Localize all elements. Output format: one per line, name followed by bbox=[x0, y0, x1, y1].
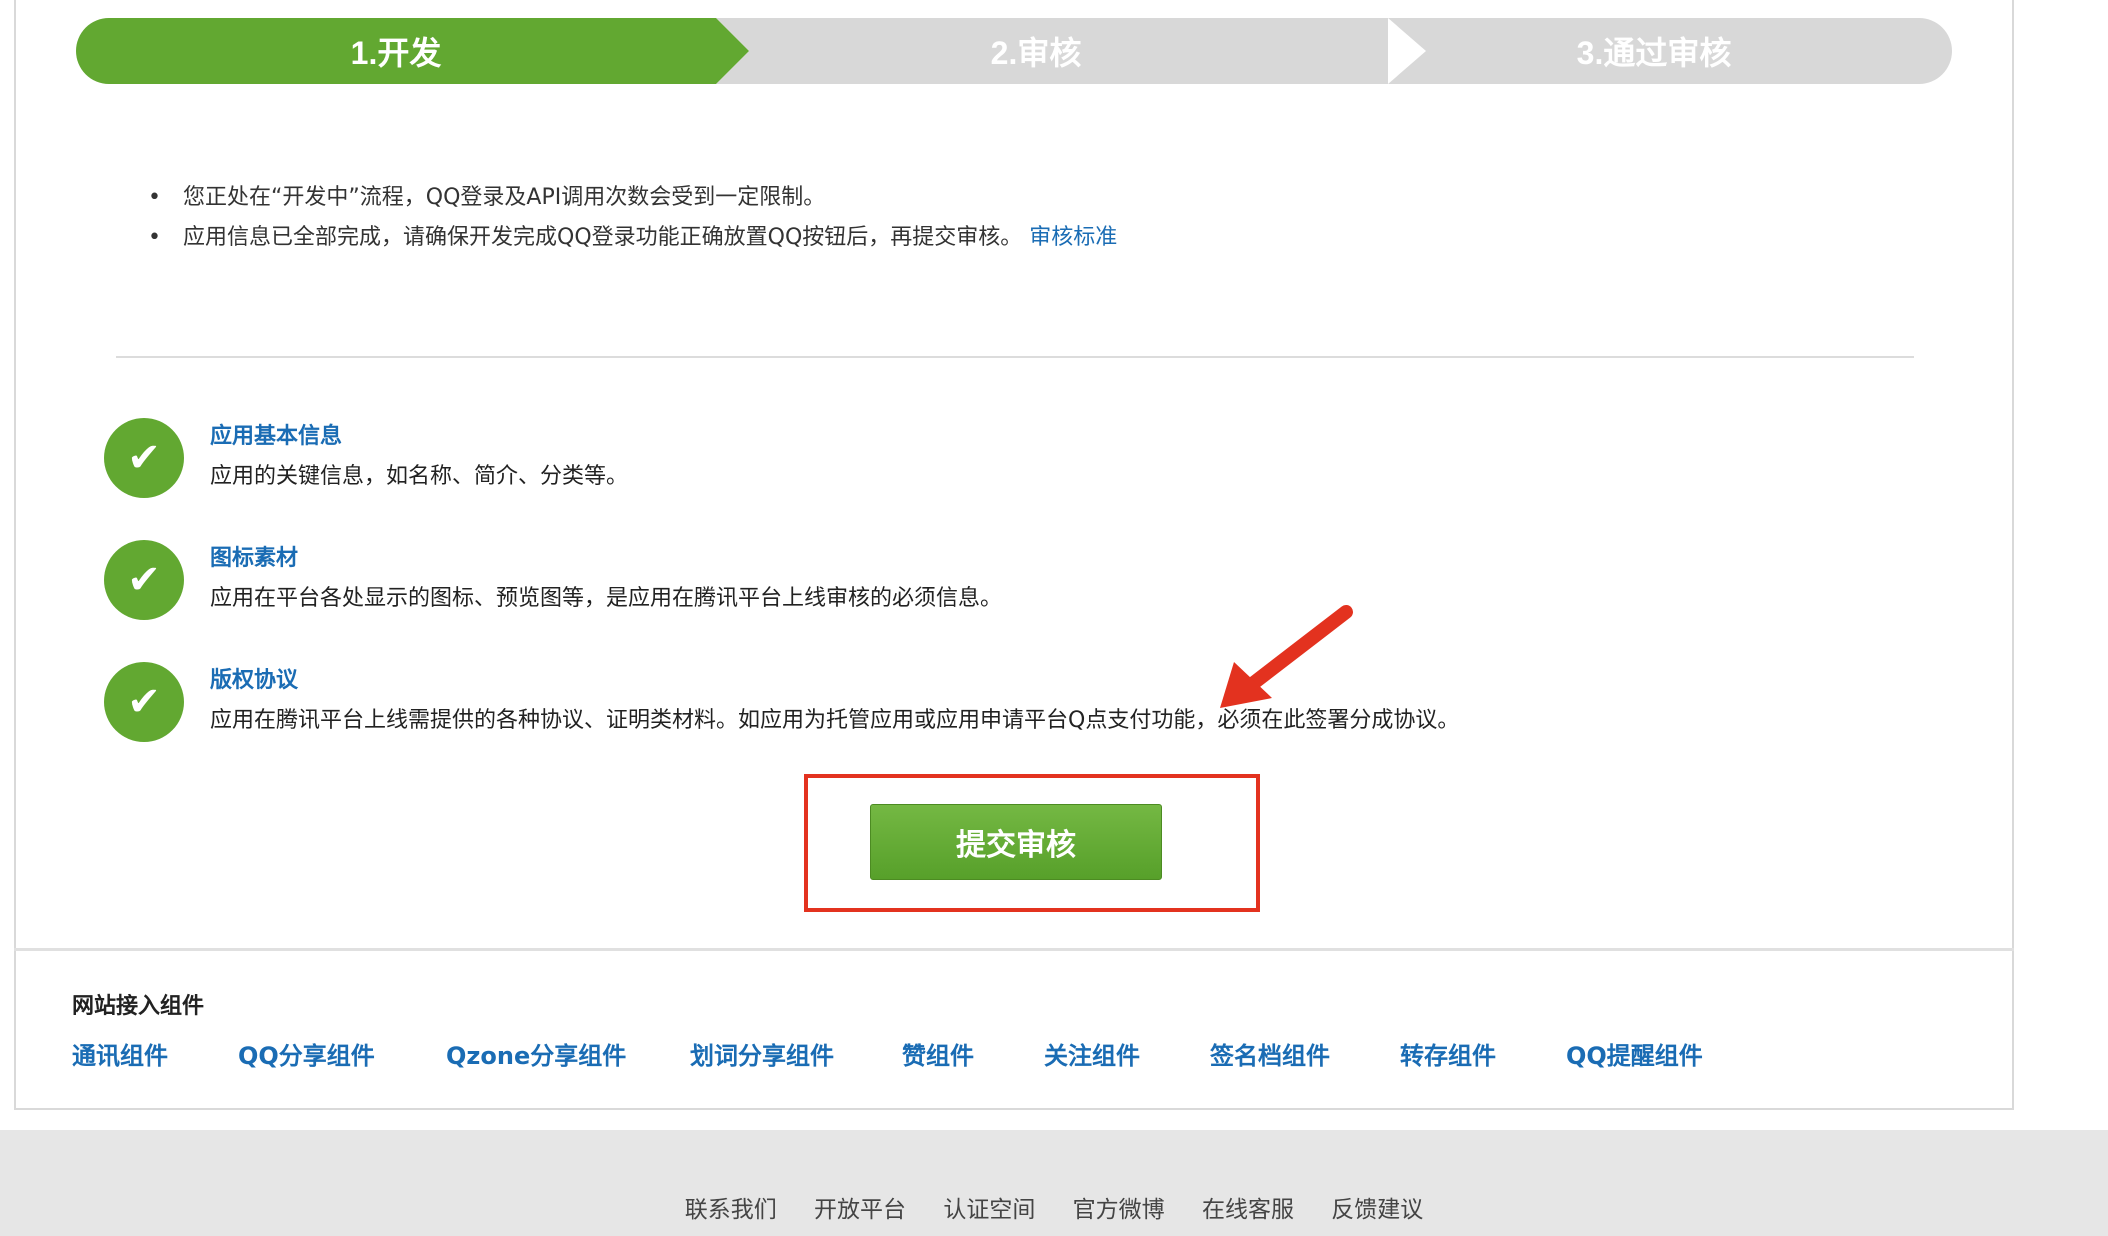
component-link[interactable]: 关注组件 bbox=[1044, 1036, 1140, 1071]
notice-text: 您正处在“开发中”流程，QQ登录及API调用次数会受到一定限制。 bbox=[183, 185, 826, 210]
footer-link[interactable]: 在线客服 bbox=[1202, 1197, 1294, 1223]
task-desc: 应用的关键信息，如名称、简介、分类等。 bbox=[210, 464, 629, 489]
notice-item: 您正处在“开发中”流程，QQ登录及API调用次数会受到一定限制。 bbox=[148, 178, 1117, 218]
step-develop-label: 1.开发 bbox=[350, 35, 442, 71]
task-title-link[interactable]: 应用基本信息 bbox=[210, 418, 342, 450]
footer-link[interactable]: 认证空间 bbox=[943, 1197, 1035, 1223]
task-title-link[interactable]: 版权协议 bbox=[210, 662, 298, 694]
component-link[interactable]: QQ分享组件 bbox=[238, 1036, 375, 1071]
step-approved: 3.通过审核 bbox=[1356, 18, 1952, 84]
task-title-link[interactable]: 图标素材 bbox=[210, 540, 298, 572]
component-link[interactable]: 签名档组件 bbox=[1210, 1036, 1330, 1071]
step-separator bbox=[1388, 18, 1426, 84]
review-standard-link[interactable]: 审核标准 bbox=[1029, 225, 1117, 250]
notice-item: 应用信息已全部完成，请确保开发完成QQ登录功能正确放置QQ按钮后，再提交审核。 … bbox=[148, 218, 1117, 258]
check-icon: ✔ bbox=[104, 662, 184, 742]
components-divider bbox=[14, 948, 2014, 951]
component-link[interactable]: Qzone分享组件 bbox=[446, 1036, 626, 1071]
component-link[interactable]: 通讯组件 bbox=[72, 1036, 168, 1071]
footer-link[interactable]: 官方微博 bbox=[1073, 1197, 1165, 1223]
step-review-label: 2.审核 bbox=[990, 35, 1082, 71]
component-link[interactable]: 划词分享组件 bbox=[690, 1036, 834, 1071]
footer: 联系我们 开放平台 认证空间 官方微博 在线客服 反馈建议 bbox=[0, 1130, 2108, 1236]
annotation-arrow-icon bbox=[1220, 605, 1353, 708]
task-app-info: ✔ 应用基本信息 应用的关键信息，如名称、简介、分类等。 bbox=[104, 416, 1804, 500]
component-link[interactable]: QQ提醒组件 bbox=[1566, 1036, 1703, 1071]
step-develop: 1.开发 bbox=[76, 18, 749, 84]
progress-steps: 1.开发 2.审核 3.通过审核 bbox=[76, 18, 1952, 84]
step-approved-label: 3.通过审核 bbox=[1576, 35, 1732, 71]
footer-links: 联系我们 开放平台 认证空间 官方微博 在线客服 反馈建议 bbox=[0, 1190, 2108, 1224]
footer-link[interactable]: 开放平台 bbox=[814, 1197, 906, 1223]
task-copyright: ✔ 版权协议 应用在腾讯平台上线需提供的各种协议、证明类材料。如应用为托管应用或… bbox=[104, 660, 1804, 744]
page: 1.开发 2.审核 3.通过审核 您正处在“开发中”流程，QQ登录及API调用次… bbox=[0, 0, 2108, 1236]
component-link[interactable]: 赞组件 bbox=[902, 1036, 974, 1071]
step-review: 2.审核 bbox=[716, 18, 1389, 84]
check-icon: ✔ bbox=[104, 540, 184, 620]
component-link[interactable]: 转存组件 bbox=[1400, 1036, 1496, 1071]
components-title: 网站接入组件 bbox=[72, 994, 205, 1019]
check-icon: ✔ bbox=[104, 418, 184, 498]
notice-list: 您正处在“开发中”流程，QQ登录及API调用次数会受到一定限制。 应用信息已全部… bbox=[148, 178, 1117, 258]
task-desc: 应用在平台各处显示的图标、预览图等，是应用在腾讯平台上线审核的必须信息。 bbox=[210, 586, 1003, 611]
footer-link[interactable]: 反馈建议 bbox=[1331, 1197, 1423, 1223]
footer-link[interactable]: 联系我们 bbox=[685, 1197, 777, 1223]
notice-text: 应用信息已全部完成，请确保开发完成QQ登录功能正确放置QQ按钮后，再提交审核。 bbox=[183, 225, 1023, 250]
submit-review-button[interactable]: 提交审核 bbox=[870, 804, 1162, 880]
task-icon-assets: ✔ 图标素材 应用在平台各处显示的图标、预览图等，是应用在腾讯平台上线审核的必须… bbox=[104, 538, 1804, 622]
divider bbox=[116, 356, 1914, 358]
